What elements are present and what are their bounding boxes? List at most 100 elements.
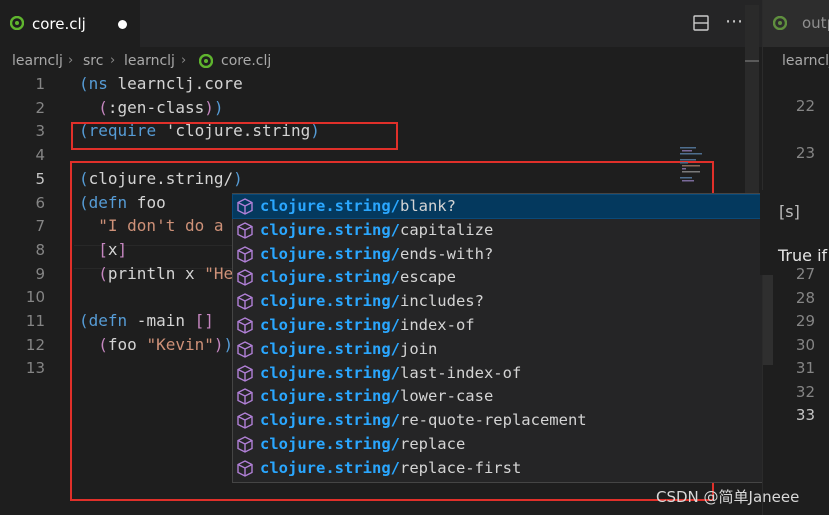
code-token: learnclj.core	[107, 74, 243, 93]
tab-label: core.clj	[32, 15, 86, 33]
suggestion-function: re-quote-replacement	[399, 411, 587, 430]
suggestion-namespace: clojure.string/	[260, 339, 400, 358]
module-cube-icon	[237, 460, 253, 477]
suggestion-function: lower-case	[399, 387, 494, 406]
suggestion-item[interactable]: clojure.string/ends-with?	[233, 243, 770, 266]
suggestion-function: escape	[399, 268, 456, 287]
autocomplete-suggestion-list[interactable]: clojure.string/blank? clojure.string/capi…	[232, 193, 771, 483]
suggestion-namespace: clojure.string/	[260, 244, 400, 263]
breadcrumb-item[interactable]: src	[83, 53, 103, 69]
suggestion-item[interactable]: clojure.string/last-index-of	[233, 362, 770, 385]
line-number: 6	[35, 193, 45, 212]
suggestion-function: index-of	[399, 316, 475, 334]
split-editor-icon[interactable]	[693, 15, 709, 31]
suggestion-label: clojure.string/capitalize	[260, 221, 493, 239]
line-number: 1	[35, 75, 45, 93]
suggestion-item[interactable]: clojure.string/includes?	[233, 290, 770, 313]
unsaved-dot-icon[interactable]	[118, 20, 127, 29]
more-actions-icon[interactable]: ⋯	[724, 12, 744, 32]
module-cube-icon	[237, 222, 253, 239]
breadcrumb-item[interactable]: learnclj	[782, 53, 829, 69]
line-number: 22	[795, 97, 815, 115]
line-number: 13	[25, 359, 45, 378]
suggestion-namespace: clojure.string/	[260, 363, 400, 382]
suggestion-function: last-index-of	[399, 363, 522, 382]
suggestion-item[interactable]: clojure.string/re-quote-replacement	[233, 409, 770, 432]
suggestion-function: includes?	[399, 292, 484, 311]
module-cube-icon	[237, 317, 253, 334]
code-token: (	[98, 97, 108, 117]
suggestion-namespace: clojure.string/	[260, 458, 400, 477]
suggestion-function: replace-first	[399, 458, 522, 477]
line-number: 5	[35, 169, 45, 188]
suggestion-item[interactable]: clojure.string/join	[233, 338, 770, 361]
output-text: True if	[778, 246, 828, 265]
chevron-right-icon: ›	[181, 53, 187, 68]
clojure-file-icon	[10, 16, 24, 30]
code-token: (	[79, 74, 89, 93]
editor-tab-bar: core.clj ⋯	[0, 0, 762, 48]
clojure-file-icon	[773, 16, 787, 30]
line-number: 3	[35, 122, 45, 141]
line-number: 31	[795, 359, 815, 377]
module-cube-icon	[237, 412, 253, 429]
suggestion-namespace: clojure.string/	[260, 220, 400, 239]
suggestion-label: clojure.string/last-index-of	[260, 364, 521, 382]
suggestion-namespace: clojure.string/	[260, 316, 400, 334]
suggestion-function: join	[399, 339, 438, 358]
line-number: 23	[795, 144, 815, 162]
suggestion-label: clojure.string/lower-case	[260, 387, 493, 405]
suggestion-function: blank?	[399, 197, 456, 215]
suggestion-namespace: clojure.string/	[260, 197, 400, 215]
code-token: )	[204, 97, 214, 117]
module-cube-icon	[237, 269, 253, 287]
chevron-right-icon: ›	[110, 53, 116, 68]
line-number: 29	[795, 312, 815, 330]
code-line[interactable]: (:gen-class))	[79, 97, 223, 117]
line-number: 11	[25, 312, 45, 330]
suggestion-label: clojure.string/escape	[260, 268, 456, 286]
line-number: 28	[795, 288, 815, 307]
module-cube-icon	[237, 436, 253, 453]
suggestion-item[interactable]: clojure.string/replace-first	[233, 457, 770, 480]
highlight-box-require	[71, 122, 398, 150]
suggestion-label: clojure.string/includes?	[260, 292, 484, 310]
suggestion-function: ends-with?	[399, 244, 494, 263]
scrollbar-thumb[interactable]	[745, 60, 759, 62]
code-token: :gen-class	[107, 97, 205, 117]
breadcrumb: learnclj › src › learnclj › core.clj	[0, 47, 762, 75]
suggestion-namespace: clojure.string/	[260, 387, 400, 406]
suggestion-label: clojure.string/ends-with?	[260, 245, 493, 263]
breadcrumb-item[interactable]: core.clj	[221, 53, 271, 69]
minimap[interactable]	[678, 147, 708, 189]
suggestion-item[interactable]: clojure.string/replace	[233, 433, 770, 456]
suggestion-item[interactable]: clojure.string/escape	[233, 266, 770, 289]
module-cube-icon	[237, 245, 253, 263]
code-line[interactable]: (ns learnclj.core	[79, 74, 243, 93]
watermark: CSDN @简单Janeee	[656, 488, 800, 506]
suggestion-function: replace	[399, 435, 466, 453]
suggestion-item[interactable]: clojure.string/blank?	[232, 194, 771, 219]
suggestion-label: clojure.string/blank?	[260, 197, 456, 215]
module-cube-icon	[237, 364, 253, 382]
module-cube-icon	[237, 341, 253, 358]
suggestion-label: clojure.string/re-quote-replacement	[260, 411, 587, 429]
line-number: 33	[795, 406, 815, 424]
output-tab-bar: outp	[763, 0, 829, 47]
tab-core-clj[interactable]: core.clj	[0, 0, 140, 48]
suggestion-label: clojure.string/replace	[260, 435, 465, 453]
breadcrumb-item[interactable]: learnclj	[124, 53, 175, 69]
suggestion-namespace: clojure.string/	[260, 411, 400, 430]
line-number: 8	[35, 240, 45, 259]
line-number: 7	[35, 217, 45, 236]
breadcrumb-item[interactable]: learnclj	[12, 53, 63, 69]
suggestion-item[interactable]: clojure.string/lower-case	[233, 385, 770, 408]
clojure-file-icon	[199, 54, 213, 68]
line-number: 12	[25, 335, 45, 354]
suggestion-namespace: clojure.string/	[260, 268, 400, 287]
tab-output[interactable]: outp	[763, 0, 829, 47]
suggestion-namespace: clojure.string/	[260, 435, 400, 453]
module-cube-icon	[237, 198, 253, 215]
suggestion-item[interactable]: clojure.string/index-of	[233, 314, 770, 337]
suggestion-item[interactable]: clojure.string/capitalize	[233, 219, 770, 242]
